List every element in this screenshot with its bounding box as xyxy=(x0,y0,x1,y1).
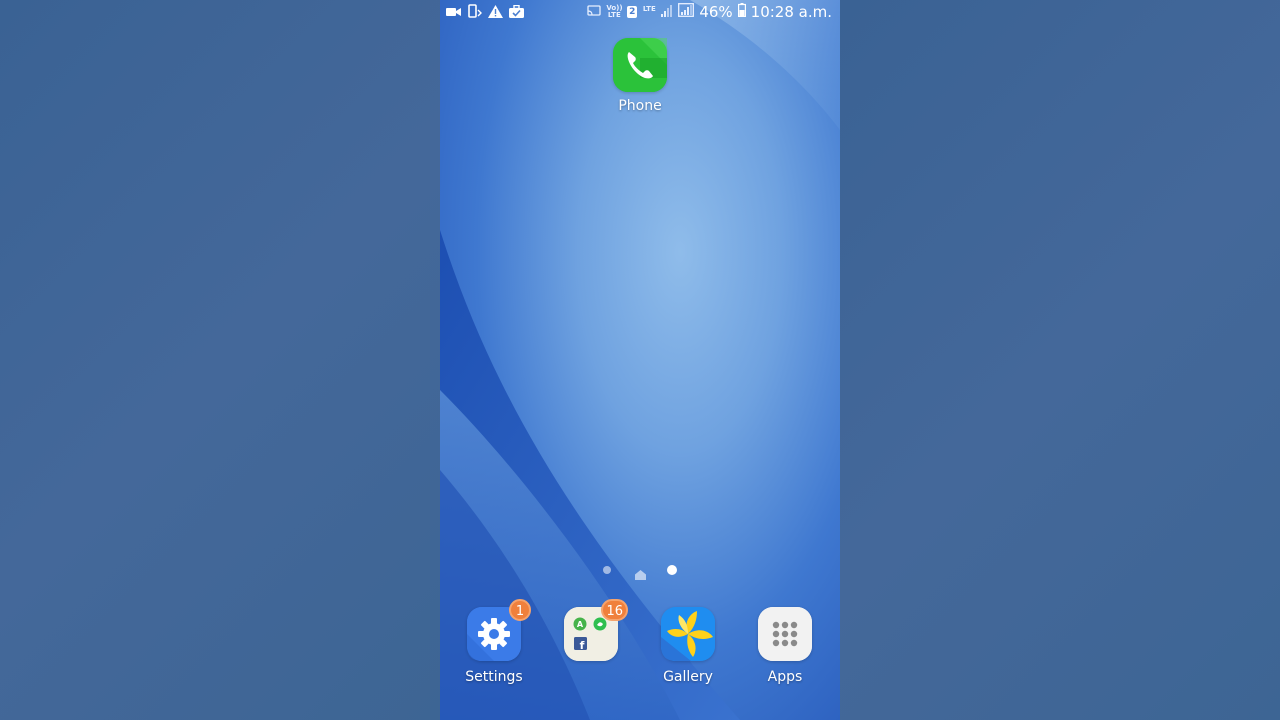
video-camera-icon xyxy=(446,4,461,22)
dock-folder[interactable]: A f 16 xyxy=(551,599,631,669)
apps-drawer-icon xyxy=(758,607,812,661)
status-system: Vo)) LTE 2 LTE 46% 10:28 a.m. xyxy=(587,3,832,21)
briefcase-check-icon xyxy=(509,4,524,22)
settings-app-icon: 1 xyxy=(467,599,531,661)
apps-grid-icon xyxy=(758,607,812,661)
warning-icon xyxy=(488,4,503,22)
page-indicator xyxy=(440,564,840,580)
page-dot-3-active[interactable] xyxy=(667,565,677,575)
dock-settings[interactable]: 1 Settings xyxy=(454,599,534,685)
letterbox-right xyxy=(840,0,1280,720)
dock-apps[interactable]: Apps xyxy=(745,607,825,685)
lte-label: LTE xyxy=(642,4,656,13)
phone-screen: Vo)) LTE 2 LTE 46% 10:28 a.m. Phone 1 Se… xyxy=(440,0,840,720)
signal-box-icon xyxy=(678,3,695,21)
svg-text:A: A xyxy=(577,620,584,629)
battery-percent: 46% xyxy=(699,3,733,21)
status-bar: Vo)) LTE 2 LTE 46% 10:28 a.m. xyxy=(440,0,840,26)
letterbox-left xyxy=(0,0,440,720)
dock-apps-label: Apps xyxy=(767,669,803,685)
battery-icon xyxy=(737,3,746,21)
svg-text:f: f xyxy=(580,639,585,652)
clock: 10:28 a.m. xyxy=(750,3,832,21)
dock-settings-label: Settings xyxy=(465,669,523,685)
phone-app-icon xyxy=(613,38,667,92)
page-dot-1[interactable] xyxy=(603,566,611,574)
volte-label: Vo)) LTE xyxy=(606,4,623,19)
cast-icon xyxy=(587,3,601,21)
dock-gallery[interactable]: Gallery xyxy=(648,607,728,685)
folder-badge: 16 xyxy=(601,599,628,621)
app-phone[interactable]: Phone xyxy=(610,38,670,114)
app-phone-label: Phone xyxy=(618,98,662,114)
folder-icon: A f 16 xyxy=(564,599,628,661)
dock-gallery-label: Gallery xyxy=(663,669,713,685)
sim-slot-badge: 2 xyxy=(627,6,638,18)
settings-badge: 1 xyxy=(509,599,531,621)
gallery-flower-icon xyxy=(661,607,715,661)
phone-rotate-icon xyxy=(467,4,482,22)
status-notifications xyxy=(446,4,524,22)
home-page-indicator-icon[interactable] xyxy=(635,565,646,584)
gallery-app-icon xyxy=(661,607,715,661)
signal-bars-icon xyxy=(661,3,673,21)
phone-icon xyxy=(613,38,667,92)
